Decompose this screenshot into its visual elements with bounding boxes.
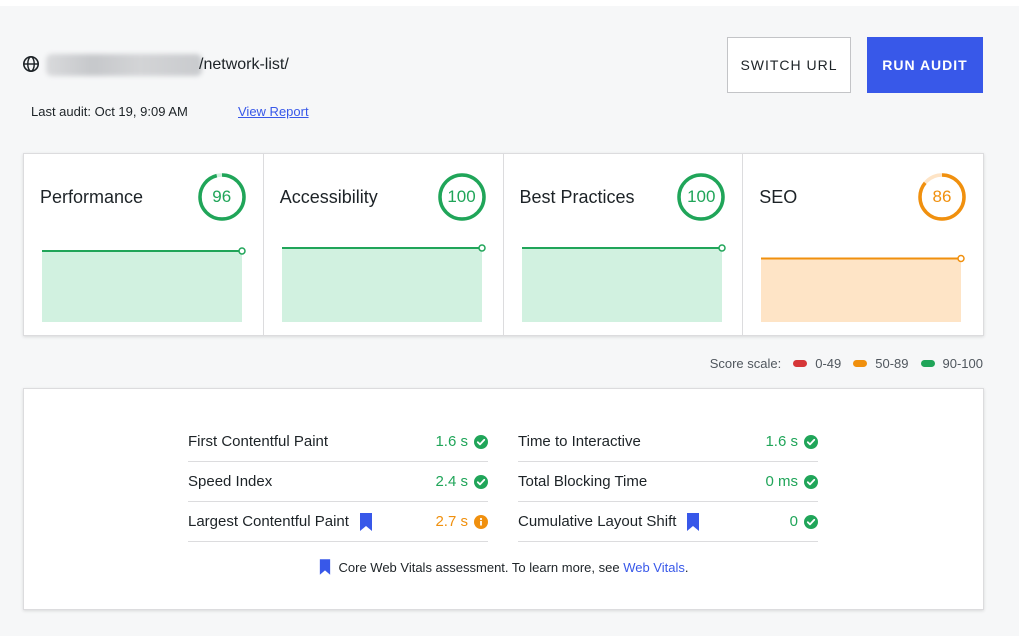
trend-area xyxy=(521,248,722,322)
trend-point xyxy=(238,247,246,255)
score-cards: Performance 96 Accessibility 100 Best Pr… xyxy=(23,153,984,336)
view-report-link[interactable]: View Report xyxy=(238,104,309,119)
info-circle-icon xyxy=(474,515,488,529)
score-trend-chart xyxy=(521,244,726,322)
metric-row: Cumulative Layout Shift 0 xyxy=(518,502,818,542)
score-trend-chart xyxy=(42,247,246,322)
legend-label-average: 50-89 xyxy=(875,356,909,371)
score-card-title: Best Practices xyxy=(519,187,635,207)
check-circle-icon xyxy=(804,435,818,449)
bookmark-icon xyxy=(687,512,700,531)
legend-label-poor: 0-49 xyxy=(815,356,842,371)
metrics-column-right: Time to Interactive 1.6 s Total Blocking… xyxy=(518,422,818,542)
metric-value: 1.6 s xyxy=(765,433,798,450)
score-card-seo[interactable]: SEO 86 xyxy=(743,154,983,335)
trend-point xyxy=(478,244,486,252)
bookmark-icon xyxy=(319,559,330,575)
metric-value: 0 ms xyxy=(765,473,798,490)
score-card-title: SEO xyxy=(759,187,798,207)
last-audit-time: Last audit: Oct 19, 9:09 AM xyxy=(31,104,188,119)
check-circle-icon xyxy=(804,515,818,529)
trend-point xyxy=(717,244,726,252)
legend-dot-poor xyxy=(793,360,808,367)
core-web-vitals-note: Core Web Vitals assessment. To learn mor… xyxy=(24,559,983,575)
score-card-title: Accessibility xyxy=(279,187,378,207)
score-value: 86 xyxy=(932,187,952,206)
url-path: /network-list/ xyxy=(199,56,289,73)
metric-row: Largest Contentful Paint 2.7 s xyxy=(188,502,488,542)
switch-url-button[interactable]: SWITCH URL xyxy=(727,37,851,93)
trend-point xyxy=(957,254,965,263)
metric-label: Total Blocking Time xyxy=(518,473,648,490)
metric-label: Largest Contentful Paint xyxy=(188,513,349,530)
score-scale-legend: Score scale: 0-49 50-89 90-100 xyxy=(710,356,983,371)
metric-value: 2.4 s xyxy=(435,473,468,490)
score-card-accessibility[interactable]: Accessibility 100 xyxy=(264,154,504,335)
score-trend-chart xyxy=(281,244,486,322)
score-card-best-practices[interactable]: Best Practices 100 xyxy=(504,154,744,335)
score-value: 96 xyxy=(212,187,232,206)
footnote-end: . xyxy=(684,559,689,575)
metric-row: First Contentful Paint 1.6 s xyxy=(188,422,488,462)
metric-label: Speed Index xyxy=(188,473,273,490)
globe-icon xyxy=(22,55,40,73)
legend-dot-good xyxy=(920,360,935,367)
trend-area xyxy=(281,248,482,322)
footnote-text: Core Web Vitals assessment. To learn mor… xyxy=(338,559,620,575)
metric-value: 2.7 s xyxy=(435,513,468,530)
check-circle-icon xyxy=(474,475,488,489)
legend-dot-average xyxy=(853,360,868,367)
metric-row: Time to Interactive 1.6 s xyxy=(518,422,818,462)
metric-value: 1.6 s xyxy=(435,433,468,450)
score-trend-chart xyxy=(761,254,965,322)
metric-label: Cumulative Layout Shift xyxy=(518,513,677,530)
top-strip xyxy=(0,0,1019,6)
metric-row: Speed Index 2.4 s xyxy=(188,462,488,502)
check-circle-icon xyxy=(474,435,488,449)
metrics-column-left: First Contentful Paint 1.6 s Speed Index… xyxy=(188,422,488,542)
metric-row: Total Blocking Time 0 ms xyxy=(518,462,818,502)
score-scale-label: Score scale: xyxy=(709,356,782,371)
trend-area xyxy=(761,258,962,322)
score-card-title: Performance xyxy=(40,187,144,207)
score-value: 100 xyxy=(447,187,476,206)
metric-label: First Contentful Paint xyxy=(188,433,329,450)
metric-value: 0 xyxy=(789,513,798,530)
legend-label-good: 90-100 xyxy=(942,356,983,371)
trend-area xyxy=(42,251,242,322)
check-circle-icon xyxy=(804,475,818,489)
score-value: 100 xyxy=(687,187,716,206)
metric-label: Time to Interactive xyxy=(518,433,641,450)
bookmark-icon xyxy=(359,512,372,531)
score-card-performance[interactable]: Performance 96 xyxy=(24,154,264,335)
url-host-blurred xyxy=(46,54,202,76)
run-audit-button[interactable]: RUN AUDIT xyxy=(867,37,983,93)
metrics-panel: First Contentful Paint 1.6 s Speed Index… xyxy=(23,388,984,610)
web-vitals-link[interactable]: Web Vitals xyxy=(623,560,685,575)
